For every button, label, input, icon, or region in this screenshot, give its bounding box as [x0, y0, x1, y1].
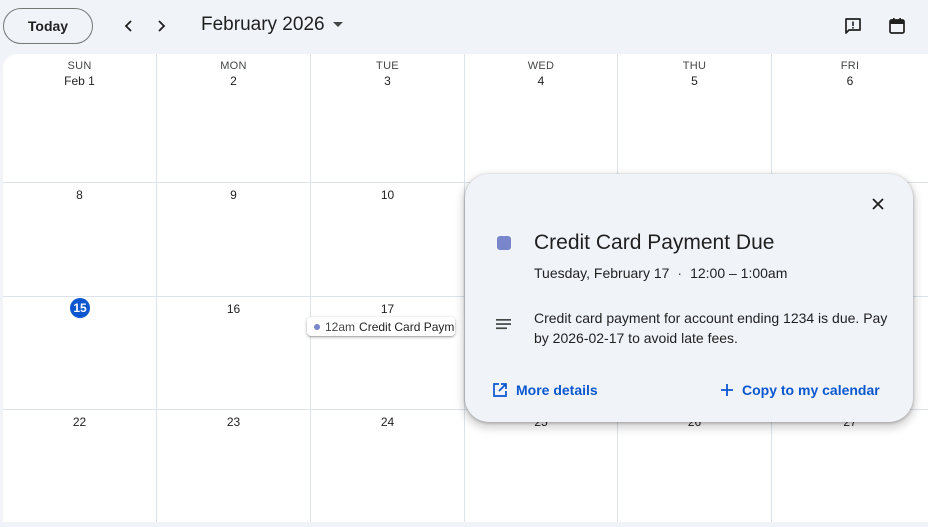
- day-number[interactable]: 5: [618, 74, 771, 88]
- day-cell[interactable]: 10: [311, 183, 465, 297]
- event-description: Credit card payment for account ending 1…: [534, 310, 888, 346]
- more-details-link[interactable]: More details: [492, 382, 598, 398]
- day-number[interactable]: 16: [157, 302, 310, 316]
- day-number[interactable]: 8: [3, 188, 156, 202]
- close-icon: [872, 198, 884, 210]
- day-cell[interactable]: WED 4: [465, 54, 618, 183]
- day-cell[interactable]: TUE 3: [311, 54, 465, 183]
- day-cell[interactable]: 17: [311, 297, 465, 410]
- event-chip-title: Credit Card Paym: [359, 319, 455, 334]
- day-cell[interactable]: 16: [157, 297, 311, 410]
- event-chip-time: 12am: [325, 319, 356, 334]
- event-datetime: Tuesday, February 17 · 12:00 – 1:00am: [534, 265, 787, 281]
- day-number[interactable]: 2: [157, 74, 310, 88]
- day-number[interactable]: 6: [772, 74, 928, 88]
- day-cell[interactable]: 15: [3, 297, 157, 410]
- day-number[interactable]: 22: [3, 415, 156, 429]
- event-chip[interactable]: 12am Credit Card Paym: [307, 317, 455, 336]
- today-indicator[interactable]: 15: [70, 298, 90, 318]
- day-cell[interactable]: SUN Feb 1: [3, 54, 157, 183]
- event-details-popover: Credit Card Payment Due Tuesday, Februar…: [465, 174, 913, 422]
- dropdown-arrow-icon: [332, 22, 343, 27]
- day-cell[interactable]: MON 2: [157, 54, 311, 183]
- plus-icon: [721, 384, 733, 396]
- day-number[interactable]: 17: [311, 302, 464, 316]
- chevron-right-icon: [158, 20, 166, 32]
- top-bar: Today February 2026: [0, 0, 928, 54]
- day-cell[interactable]: 24: [311, 410, 465, 522]
- weekday-label: TUE: [376, 60, 399, 72]
- more-details-label: More details: [516, 382, 598, 398]
- day-cell[interactable]: 26: [618, 410, 772, 522]
- day-cell[interactable]: THU 5: [618, 54, 772, 183]
- event-date: Tuesday, February 17: [534, 265, 670, 281]
- today-button[interactable]: Today: [3, 8, 93, 44]
- day-number[interactable]: Feb 1: [3, 74, 156, 88]
- copy-to-calendar-button[interactable]: Copy to my calendar: [720, 382, 880, 398]
- day-cell[interactable]: 27: [772, 410, 928, 522]
- feedback-button[interactable]: [840, 13, 866, 39]
- calendar-icon: [889, 18, 905, 34]
- previous-period-button[interactable]: [115, 12, 143, 40]
- weekday-label: SUN: [67, 60, 92, 72]
- day-cell[interactable]: 22: [3, 410, 157, 522]
- day-number[interactable]: 24: [311, 415, 464, 429]
- feedback-icon: [845, 18, 861, 34]
- event-color-dot: [314, 323, 320, 330]
- weekday-label: THU: [682, 60, 707, 72]
- open-in-new-icon: [493, 383, 507, 397]
- day-cell[interactable]: 23: [157, 410, 311, 522]
- month-label: February 2026: [201, 14, 325, 35]
- description-icon: [496, 319, 511, 330]
- event-title: Credit Card Payment Due: [534, 231, 775, 254]
- day-number[interactable]: 4: [465, 74, 617, 88]
- weekday-label: FRI: [840, 60, 860, 72]
- weekday-label: WED: [527, 60, 555, 72]
- day-number[interactable]: 3: [311, 74, 464, 88]
- day-number[interactable]: 9: [157, 188, 310, 202]
- day-cell[interactable]: FRI 6: [772, 54, 928, 183]
- next-period-button[interactable]: [147, 12, 175, 40]
- datetime-separator: ·: [677, 265, 683, 281]
- close-button[interactable]: [865, 191, 891, 217]
- day-cell[interactable]: 9: [157, 183, 311, 297]
- day-number[interactable]: 23: [157, 415, 310, 429]
- day-number[interactable]: 10: [311, 188, 464, 202]
- day-cell[interactable]: 8: [3, 183, 157, 297]
- copy-to-calendar-label: Copy to my calendar: [742, 382, 880, 398]
- event-color-swatch: [497, 236, 511, 250]
- month-picker[interactable]: February 2026: [201, 14, 343, 36]
- weekday-label: MON: [220, 60, 247, 72]
- chevron-left-icon: [124, 20, 132, 32]
- calendar-view-button[interactable]: [884, 13, 910, 39]
- event-time-range: 12:00 – 1:00am: [690, 265, 788, 281]
- day-cell[interactable]: 25: [465, 410, 618, 522]
